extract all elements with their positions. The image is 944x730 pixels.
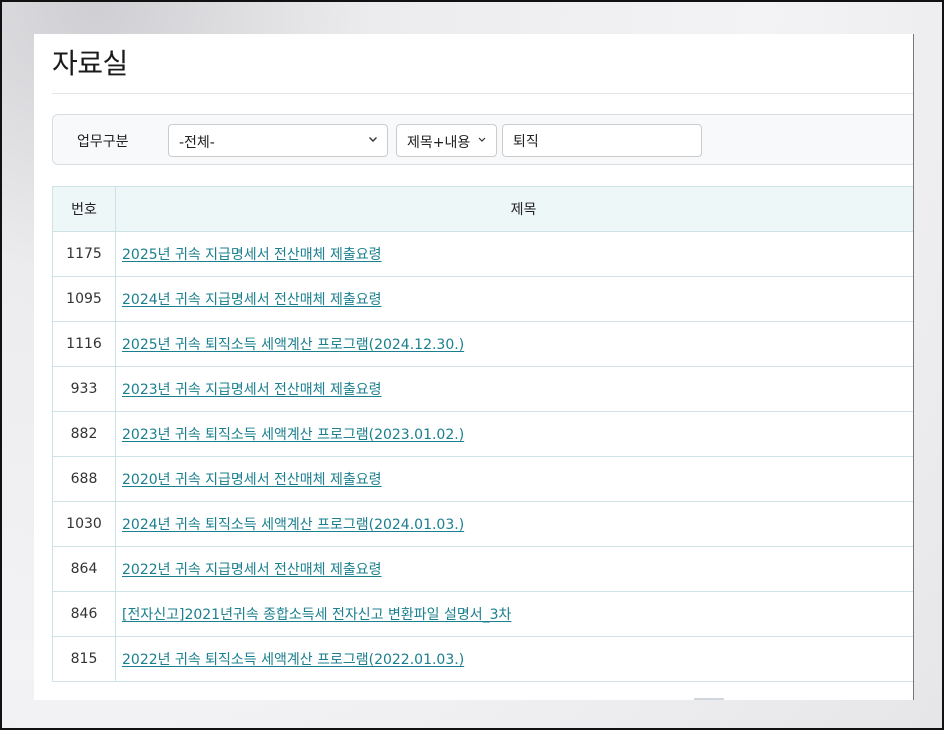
post-link[interactable]: 2023년 귀속 지급명세서 전산매체 제출요령 (122, 382, 382, 398)
column-header-subject: 제목 (115, 186, 913, 232)
row-subject-cell: 2023년 귀속 퇴직소득 세액계산 프로그램(2023.01.02.) (115, 411, 913, 457)
row-number: 1116 (52, 321, 116, 367)
table-row: 1095 2024년 귀속 지급명세서 전산매체 제출요령 (52, 276, 913, 322)
table-row: 1175 2025년 귀속 지급명세서 전산매체 제출요령 (52, 231, 913, 277)
column-header-number: 번호 (52, 186, 116, 232)
search-field-select-value: 제목+내용 (407, 135, 471, 151)
chevron-down-icon (368, 134, 378, 144)
row-subject-cell: 2023년 귀속 지급명세서 전산매체 제출요령 (115, 366, 913, 412)
row-number: 1175 (52, 231, 116, 277)
table-row: 688 2020년 귀속 지급명세서 전산매체 제출요령 (52, 456, 913, 502)
post-link[interactable]: [전자신고]2021년귀속 종합소득세 전자신고 변환파일 설명서_3차 (122, 607, 511, 623)
row-number: 815 (52, 636, 116, 682)
table-row: 846 [전자신고]2021년귀속 종합소득세 전자신고 변환파일 설명서_3차 (52, 591, 913, 637)
row-number: 882 (52, 411, 116, 457)
table-row: 933 2023년 귀속 지급명세서 전산매체 제출요령 (52, 366, 913, 412)
row-subject-cell: 2024년 귀속 지급명세서 전산매체 제출요령 (115, 276, 913, 322)
table-row: 1030 2024년 귀속 퇴직소득 세액계산 프로그램(2024.01.03.… (52, 501, 913, 547)
row-subject-cell: [전자신고]2021년귀속 종합소득세 전자신고 변환파일 설명서_3차 (115, 591, 913, 637)
post-link[interactable]: 2020년 귀속 지급명세서 전산매체 제출요령 (122, 472, 382, 488)
row-number: 1030 (52, 501, 116, 547)
post-link[interactable]: 2024년 귀속 퇴직소득 세액계산 프로그램(2024.01.03.) (122, 517, 464, 533)
row-subject-cell: 2022년 귀속 퇴직소득 세액계산 프로그램(2022.01.03.) (115, 636, 913, 682)
row-number: 864 (52, 546, 116, 592)
row-number: 1095 (52, 276, 116, 322)
category-label: 업무구분 (77, 134, 129, 150)
page-title: 자료실 (52, 47, 128, 80)
table-row: 815 2022년 귀속 퇴직소득 세액계산 프로그램(2022.01.03.) (52, 636, 913, 682)
row-subject-cell: 2025년 귀속 퇴직소득 세액계산 프로그램(2024.12.30.) (115, 321, 913, 367)
table-row: 864 2022년 귀속 지급명세서 전산매체 제출요령 (52, 546, 913, 592)
table-row: 882 2023년 귀속 퇴직소득 세액계산 프로그램(2023.01.02.) (52, 411, 913, 457)
content-page: 자료실 업무구분 -전체- 제목+내용 번호 제 (34, 34, 914, 700)
category-select[interactable]: -전체- (168, 124, 388, 157)
screenshot-frame: 자료실 업무구분 -전체- 제목+내용 번호 제 (0, 0, 944, 730)
category-select-value: -전체- (179, 135, 215, 151)
title-divider (52, 93, 913, 94)
post-link[interactable]: 2022년 귀속 퇴직소득 세액계산 프로그램(2022.01.03.) (122, 652, 464, 668)
post-link[interactable]: 2023년 귀속 퇴직소득 세액계산 프로그램(2023.01.02.) (122, 427, 464, 443)
chevron-down-icon (477, 134, 487, 144)
row-subject-cell: 2024년 귀속 퇴직소득 세액계산 프로그램(2024.01.03.) (115, 501, 913, 547)
row-number: 933 (52, 366, 116, 412)
pagination-partial (694, 698, 724, 700)
keyword-input[interactable] (502, 124, 702, 157)
table-header-row: 번호 제목 (52, 186, 913, 232)
post-link[interactable]: 2025년 귀속 퇴직소득 세액계산 프로그램(2024.12.30.) (122, 337, 464, 353)
results-table: 번호 제목 1175 2025년 귀속 지급명세서 전산매체 제출요령 1095… (52, 186, 913, 682)
row-subject-cell: 2022년 귀속 지급명세서 전산매체 제출요령 (115, 546, 913, 592)
table-row: 1116 2025년 귀속 퇴직소득 세액계산 프로그램(2024.12.30.… (52, 321, 913, 367)
post-link[interactable]: 2022년 귀속 지급명세서 전산매체 제출요령 (122, 562, 382, 578)
row-number: 846 (52, 591, 116, 637)
post-link[interactable]: 2025년 귀속 지급명세서 전산매체 제출요령 (122, 247, 382, 263)
row-subject-cell: 2025년 귀속 지급명세서 전산매체 제출요령 (115, 231, 913, 277)
row-number: 688 (52, 456, 116, 502)
post-link[interactable]: 2024년 귀속 지급명세서 전산매체 제출요령 (122, 292, 382, 308)
search-field-select[interactable]: 제목+내용 (396, 124, 497, 157)
search-bar: 업무구분 -전체- 제목+내용 (52, 114, 913, 165)
row-subject-cell: 2020년 귀속 지급명세서 전산매체 제출요령 (115, 456, 913, 502)
